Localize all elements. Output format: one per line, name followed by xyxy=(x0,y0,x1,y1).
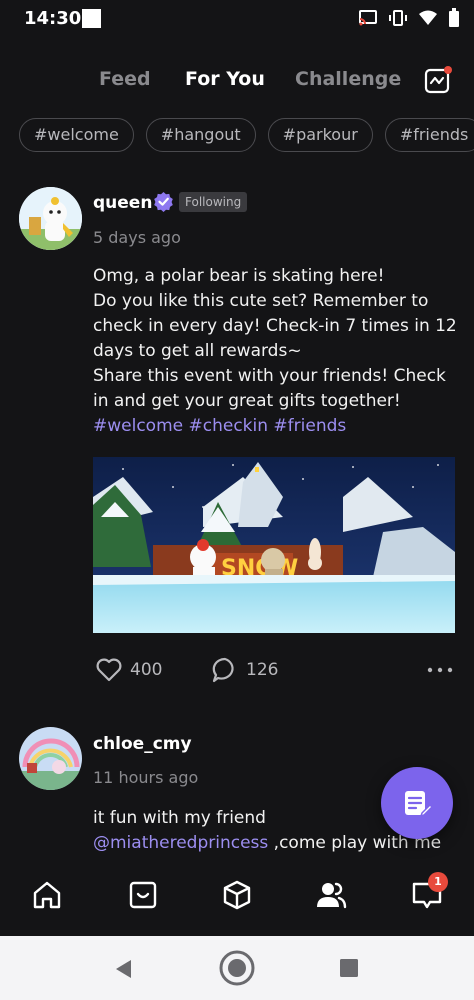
post-text-line: check in every day! Check-in 7 times in … xyxy=(93,316,457,336)
post-text-line: Do you like this cute set? Remember to xyxy=(93,291,429,311)
post-username[interactable]: chloe_cmy xyxy=(93,734,192,754)
home-circle-icon[interactable] xyxy=(218,949,256,987)
comment-icon[interactable] xyxy=(211,654,239,686)
hashtag-chip-welcome[interactable]: #welcome xyxy=(19,118,134,152)
post-hashtags[interactable]: #welcome #checkin #friends xyxy=(93,414,465,439)
battery-icon xyxy=(449,8,459,27)
system-navigation-bar xyxy=(0,936,474,1000)
avatar-image xyxy=(19,187,82,250)
back-icon[interactable] xyxy=(113,958,135,980)
inbox-icon[interactable] xyxy=(126,878,160,912)
wifi-icon xyxy=(419,10,437,25)
hashtag-chip-hangout[interactable]: #hangout xyxy=(145,118,256,152)
friends-icon[interactable] xyxy=(314,878,348,912)
comment-count: 126 xyxy=(246,660,279,680)
post-image[interactable]: SNOW xyxy=(93,457,455,633)
tab-challenge[interactable]: Challenge xyxy=(295,68,401,90)
create-post-button[interactable] xyxy=(381,767,453,839)
post-username[interactable]: queen xyxy=(93,193,152,213)
tab-feed[interactable]: Feed xyxy=(99,68,151,90)
status-bar: 14:30 xyxy=(0,0,474,36)
post-time: 11 hours ago xyxy=(93,768,199,787)
notification-square-icon xyxy=(82,9,101,28)
like-count: 400 xyxy=(130,660,163,680)
recents-icon[interactable] xyxy=(339,958,359,978)
hashtag-filter-row: #welcome #hangout #parkour #friends xyxy=(19,118,474,152)
post-text-line: in and get your great gifts together! xyxy=(93,391,401,411)
more-options-icon[interactable] xyxy=(426,654,454,686)
vibrate-icon xyxy=(389,10,407,26)
post-body: Omg, a polar bear is skating here! Do yo… xyxy=(93,264,465,439)
cube-icon[interactable] xyxy=(220,878,254,912)
verified-badge-icon xyxy=(154,192,173,212)
bottom-nav xyxy=(0,862,474,936)
post-text-line: Share this event with your friends! Chec… xyxy=(93,366,446,386)
like-heart-icon[interactable] xyxy=(95,654,123,686)
compose-icon xyxy=(405,791,434,818)
avatar[interactable] xyxy=(19,187,82,250)
tab-for-you[interactable]: For You xyxy=(185,68,265,90)
top-nav: Feed For You Challenge xyxy=(0,56,474,102)
status-time: 14:30 xyxy=(24,8,82,29)
avatar-image xyxy=(19,727,82,790)
avatar[interactable] xyxy=(19,727,82,790)
user-mention-link[interactable]: @miatheredprincess xyxy=(93,833,268,853)
activity-icon[interactable] xyxy=(424,66,452,94)
post-text-line: Omg, a polar bear is skating here! xyxy=(93,266,385,286)
post-text-line: days to get all rewards~ xyxy=(93,341,302,361)
hashtag-chip-friends[interactable]: #friends xyxy=(384,118,474,152)
cast-icon xyxy=(359,10,377,26)
snow-scene-illustration: SNOW xyxy=(93,457,455,633)
following-badge: Following xyxy=(179,192,248,212)
post-time: 5 days ago xyxy=(93,228,181,247)
hashtag-chip-parkour[interactable]: #parkour xyxy=(267,118,373,152)
status-icons xyxy=(358,8,460,28)
messages-badge: 1 xyxy=(428,872,448,892)
home-icon[interactable] xyxy=(30,878,64,912)
